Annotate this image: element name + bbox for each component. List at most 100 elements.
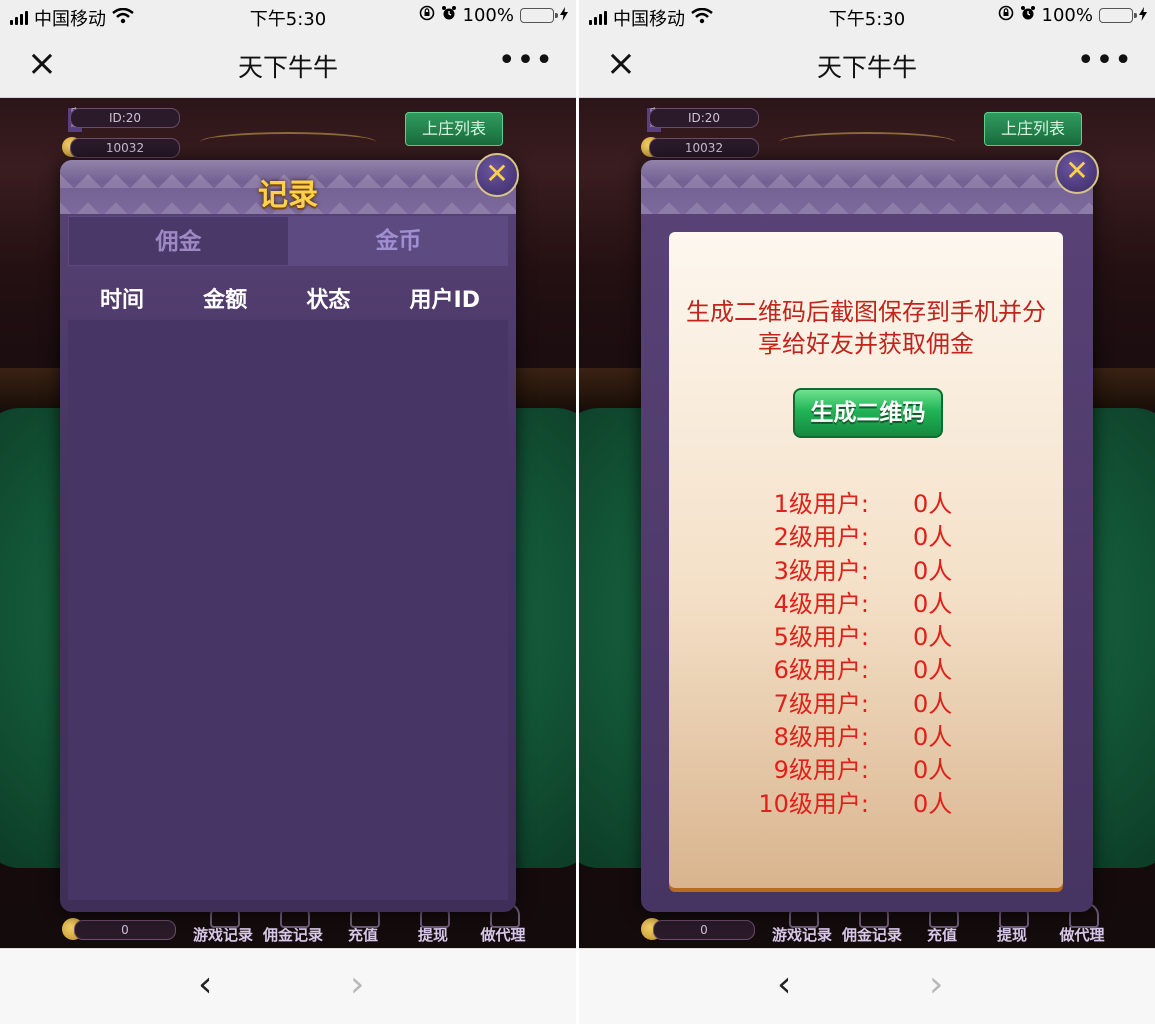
browser-bottom-nav: ‹ › (579, 948, 1155, 1024)
balance-value: 0 (74, 920, 176, 940)
level-label: 7级用户: (773, 689, 869, 718)
level-count: 0人 (913, 656, 953, 685)
menu-label: 佣金记录 (262, 926, 323, 944)
close-dialog-icon[interactable]: ✕ (1055, 150, 1099, 194)
banker-list-button[interactable]: 上庄列表 (405, 112, 503, 146)
charging-icon (560, 5, 568, 26)
banker-list-button[interactable]: 上庄列表 (984, 112, 1082, 146)
level-label: 4级用户: (773, 589, 869, 618)
menu-label: 提现 (996, 926, 1027, 944)
share-instructions: 生成二维码后截图保存到手机并分享给好友并获取佣金 (686, 298, 1046, 358)
level-label: 6级用户: (773, 656, 869, 685)
battery-percent: 100% (462, 5, 514, 26)
level-row: 7级用户: 0人 (669, 684, 1063, 718)
level-count: 0人 (913, 556, 953, 585)
status-bar: 中国移动 下午5:30 100% (579, 0, 1155, 32)
level-row: 2级用户: 0人 (669, 517, 1063, 552)
level-count: 0人 (913, 789, 953, 818)
header-shine (641, 160, 1093, 182)
level-label: 5级用户: (773, 623, 869, 652)
status-right: 100% (419, 5, 568, 26)
left-phone-screen: 中国移动 下午5:30 100% × 天下牛牛 ••• 庄家 (0, 0, 576, 1024)
agent-panel: 生成二维码后截图保存到手机并分享给好友并获取佣金 生成二维码 1级用户: 0人 2… (669, 232, 1063, 888)
agent-dialog: 生成二维码后截图保存到手机并分享给好友并获取佣金 生成二维码 1级用户: 0人 2… (641, 160, 1093, 912)
level-row: 4级用户: 0人 (669, 584, 1063, 618)
close-dialog-icon[interactable]: ✕ (475, 153, 519, 197)
game-table: 庄家 ID:20 10032 上庄列表 0 游戏记录 佣金记录 充值 提现 做代… (0, 98, 576, 948)
page-title: 天下牛牛 (237, 53, 338, 82)
menu-label: 充值 (926, 926, 957, 944)
player-id: ID:20 (70, 108, 180, 128)
more-icon[interactable]: ••• (1077, 46, 1133, 76)
level-label: 10级用户: (758, 789, 869, 818)
column-time: 时间 (100, 288, 145, 313)
level-row: 1级用户: 0人 (669, 484, 1063, 518)
alarm-icon (1020, 5, 1036, 26)
records-list (68, 320, 508, 900)
browser-bottom-nav: ‹ › (0, 948, 576, 1024)
forward-icon[interactable]: › (350, 967, 364, 1003)
records-tabs: 佣金 金币 (68, 216, 508, 266)
app-nav-bar: × 天下牛牛 ••• (579, 32, 1155, 98)
records-table-header: 时间 金额 状态 用户ID (100, 282, 480, 314)
level-count: 0人 (913, 689, 953, 718)
back-icon[interactable]: ‹ (198, 967, 212, 1003)
back-icon[interactable]: ‹ (777, 967, 791, 1003)
rotation-lock-icon (419, 5, 435, 26)
charging-icon (1139, 5, 1147, 26)
level-label: 1级用户: (773, 490, 869, 518)
player-coins: 10032 (70, 138, 180, 158)
right-phone-screen: 中国移动 下午5:30 100% × 天下牛牛 ••• 庄家 (579, 0, 1155, 1024)
app-nav-bar: × 天下牛牛 ••• (0, 32, 576, 98)
game-table: 庄家 ID:20 10032 上庄列表 0 游戏记录 佣金记录 充值 提现 做代… (579, 98, 1155, 948)
level-row: 8级用户: 0人 (669, 717, 1063, 752)
menu-label: 游戏记录 (771, 926, 832, 944)
status-right: 100% (998, 5, 1147, 26)
column-amount: 金额 (203, 288, 248, 313)
column-status: 状态 (306, 288, 351, 313)
player-id: ID:20 (649, 108, 759, 128)
column-user-id: 用户ID (409, 288, 480, 313)
battery-icon (520, 8, 558, 23)
dialog-header: 记录 (60, 160, 516, 214)
level-row: 3级用户: 0人 (669, 551, 1063, 585)
level-label: 3级用户: (773, 556, 869, 585)
level-label: 2级用户: (773, 523, 869, 552)
ornament (200, 132, 376, 152)
level-count: 0人 (913, 623, 953, 652)
level-count: 0人 (913, 723, 953, 752)
level-count: 0人 (913, 490, 953, 518)
menu-label: 游戏记录 (192, 926, 253, 944)
balance-value: 0 (653, 920, 755, 940)
level-count: 0人 (913, 523, 953, 552)
status-bar: 中国移动 下午5:30 100% (0, 0, 576, 32)
level-stats: 1级用户: 0人 2级用户: 0人 3级用户: 0人 4级用户: 0人 5级用户: 0人 … (669, 484, 1063, 818)
level-label: 9级用户: (773, 756, 869, 785)
dialog-title: 记录 (258, 178, 318, 213)
level-row: 9级用户: 0人 (669, 750, 1063, 785)
more-icon[interactable]: ••• (498, 46, 554, 76)
forward-icon[interactable]: › (929, 967, 943, 1003)
level-label: 8级用户: (773, 723, 869, 752)
tab-coins[interactable]: 金币 (289, 216, 508, 266)
alarm-icon (441, 5, 457, 26)
level-count: 0人 (913, 589, 953, 618)
menu-label: 做代理 (480, 926, 526, 944)
generate-qr-button[interactable]: 生成二维码 (793, 388, 943, 438)
level-row: 6级用户: 0人 (669, 650, 1063, 685)
level-count: 0人 (913, 756, 953, 785)
level-row: 5级用户: 0人 (669, 617, 1063, 652)
tab-commission[interactable]: 佣金 (68, 216, 289, 266)
rotation-lock-icon (998, 5, 1014, 26)
battery-percent: 100% (1041, 5, 1093, 26)
page-title: 天下牛牛 (816, 53, 917, 82)
menu-label: 做代理 (1059, 926, 1105, 944)
menu-label: 佣金记录 (841, 926, 902, 944)
level-row: 10级用户: 0人 (669, 784, 1063, 818)
battery-icon (1099, 8, 1137, 23)
player-coins: 10032 (649, 138, 759, 158)
menu-label: 提现 (417, 926, 448, 944)
records-dialog: 记录 佣金 金币 时间 金额 状态 用户ID (60, 160, 516, 912)
dialog-header (641, 160, 1093, 214)
menu-label: 充值 (347, 926, 378, 944)
